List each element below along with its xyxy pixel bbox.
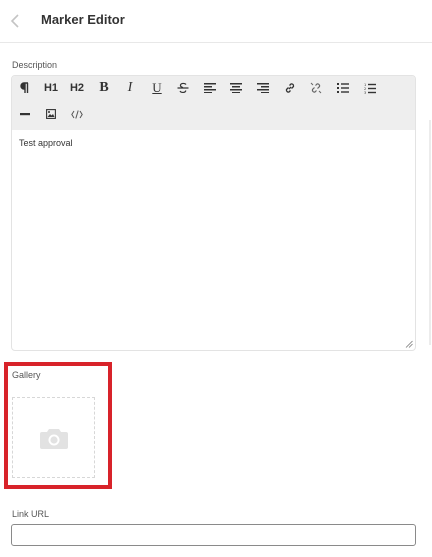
image-icon	[46, 109, 56, 119]
editor-toolbar: H1 H2 B I U 1 2 3	[12, 76, 415, 130]
horizontal-rule-icon	[20, 113, 30, 116]
heading2-button[interactable]: H2	[66, 78, 88, 98]
italic-button[interactable]: I	[119, 78, 141, 98]
page-scrollbar[interactable]	[429, 120, 431, 345]
align-left-button[interactable]	[199, 78, 221, 98]
page-title: Marker Editor	[41, 12, 125, 27]
camera-icon	[39, 428, 68, 449]
link-url-input[interactable]	[11, 524, 416, 546]
code-button[interactable]	[66, 104, 88, 124]
unlink-icon	[310, 82, 322, 94]
code-icon	[71, 109, 83, 119]
strikethrough-button[interactable]	[172, 78, 194, 98]
bold-button[interactable]: B	[93, 78, 115, 98]
strikethrough-icon	[177, 82, 189, 94]
bullet-list-button[interactable]	[332, 78, 354, 98]
resize-grip-icon[interactable]	[405, 340, 413, 348]
align-center-button[interactable]	[225, 78, 247, 98]
paragraph-icon	[20, 82, 29, 93]
editor-content[interactable]: Test approval	[19, 138, 73, 148]
align-center-icon	[230, 83, 242, 93]
align-right-icon	[257, 83, 269, 93]
align-right-button[interactable]	[252, 78, 274, 98]
bullet-list-icon	[337, 83, 349, 93]
horizontal-rule-button[interactable]	[14, 104, 36, 124]
header-bar: Marker Editor	[0, 0, 432, 43]
rich-text-editor[interactable]: H1 H2 B I U 1 2 3 Test approval	[11, 75, 416, 351]
description-label: Description	[12, 60, 58, 70]
align-left-icon	[204, 83, 216, 93]
unlink-button[interactable]	[305, 78, 327, 98]
insert-image-button[interactable]	[40, 104, 62, 124]
numbered-list-icon: 1 2 3	[364, 83, 376, 94]
link-icon	[285, 83, 295, 93]
chevron-left-icon	[10, 14, 19, 28]
link-button[interactable]	[279, 78, 301, 98]
underline-button[interactable]: U	[146, 78, 168, 98]
back-button[interactable]	[6, 11, 24, 31]
gallery-upload-button[interactable]	[12, 397, 95, 478]
link-url-label: Link URL	[12, 509, 50, 519]
numbered-list-button[interactable]: 1 2 3	[359, 78, 381, 98]
svg-text:3: 3	[364, 91, 366, 94]
paragraph-button[interactable]	[14, 78, 36, 98]
heading1-button[interactable]: H1	[40, 78, 62, 98]
